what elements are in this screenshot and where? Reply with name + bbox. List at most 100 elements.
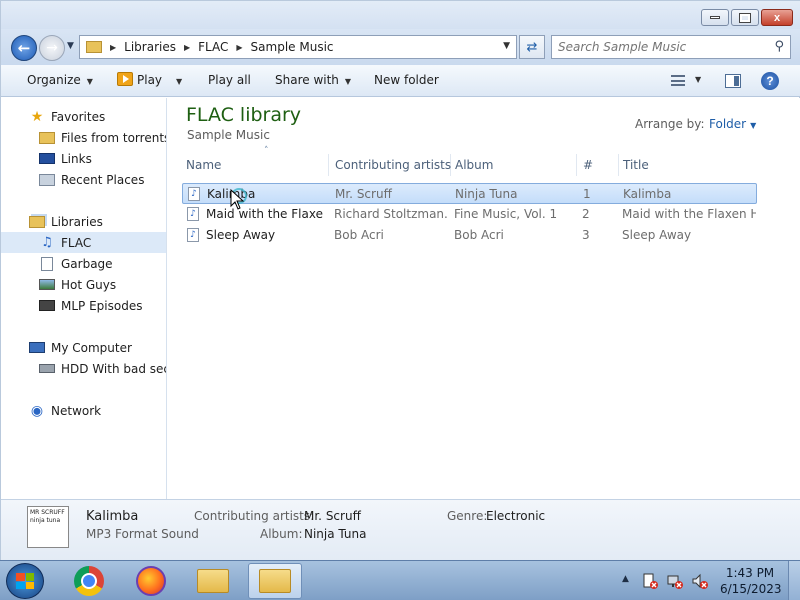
column-header-title[interactable]: Title: [619, 154, 761, 176]
details-pane: MR SCRUFF ninja tuna Kalimba MP3 Format …: [1, 499, 800, 561]
column-label: #: [583, 158, 594, 172]
cell-name: Sleep Away: [206, 228, 276, 242]
music-note-icon: ♫: [41, 235, 53, 250]
details-artists-value[interactable]: Mr. Scruff: [304, 509, 361, 523]
links-icon: [39, 153, 55, 164]
details-album-value[interactable]: Ninja Tuna: [304, 527, 367, 541]
show-desktop-button[interactable]: [788, 561, 800, 600]
search-icon[interactable]: ⚲: [774, 39, 784, 54]
hard-drive-icon: [39, 364, 55, 373]
start-button[interactable]: [6, 563, 44, 599]
chrome-icon: [74, 566, 104, 596]
mouse-cursor-icon: [230, 188, 247, 210]
music-file-icon: ♪: [187, 207, 199, 221]
arrange-by-dropdown[interactable]: Folder ▼: [709, 117, 756, 131]
chevron-right-icon[interactable]: ▶: [184, 43, 190, 52]
nav-label: FLAC: [61, 235, 92, 250]
breadcrumb-libraries[interactable]: Libraries: [124, 40, 176, 54]
nav-hdd[interactable]: HDD With bad secto: [1, 358, 166, 379]
column-header-album[interactable]: Album: [451, 154, 577, 176]
recent-pages-dropdown[interactable]: ▼: [67, 41, 74, 51]
close-button[interactable]: x: [761, 9, 793, 26]
column-header-name[interactable]: Name: [182, 154, 329, 176]
cell-number: 2: [582, 207, 590, 221]
column-header-track-number[interactable]: #: [579, 154, 619, 176]
firefox-icon: [136, 566, 166, 596]
taskbar-firefox[interactable]: [124, 563, 178, 599]
forward-button[interactable]: →: [39, 35, 65, 61]
preview-pane-icon[interactable]: [725, 74, 741, 88]
libraries-icon: [29, 215, 45, 228]
system-clock[interactable]: 1:43 PM 6/15/2023: [720, 565, 782, 597]
title-bar[interactable]: x: [1, 1, 800, 29]
taskbar-chrome[interactable]: [62, 563, 116, 599]
column-header-artists[interactable]: Contributing artists: [331, 154, 451, 176]
change-view-icon[interactable]: [671, 75, 685, 86]
search-input[interactable]: [552, 36, 762, 58]
new-folder-button[interactable]: New folder: [374, 73, 439, 87]
table-row[interactable]: ♪ Kalimba Mr. Scruff Ninja Tuna 1 Kalimb…: [182, 183, 757, 204]
nav-links[interactable]: Links: [1, 148, 166, 169]
address-bar[interactable]: ▶ Libraries ▶ FLAC ▶ Sample Music ▼: [79, 35, 517, 59]
file-list-pane: FLAC library Sample Music Arrange by: Fo…: [168, 98, 800, 499]
cell-number: 3: [582, 228, 590, 242]
maximize-button[interactable]: [731, 9, 759, 26]
nav-recent-places[interactable]: Recent Places: [1, 169, 166, 190]
chevron-right-icon[interactable]: ▶: [110, 43, 116, 52]
show-hidden-icons[interactable]: ▲: [622, 574, 629, 584]
explorer-window: x ← → ▼ ▶ Libraries ▶ FLAC ▶ Sample Musi…: [0, 0, 800, 561]
action-center-icon[interactable]: [642, 573, 658, 589]
table-row[interactable]: ♪ Sleep Away Bob Acri Bob Acri 3 Sleep A…: [182, 225, 757, 246]
back-button[interactable]: ←: [11, 35, 37, 61]
address-dropdown-icon[interactable]: ▼: [503, 41, 510, 51]
share-with-button[interactable]: Share with ▼: [275, 73, 351, 87]
minimize-button[interactable]: [701, 9, 729, 26]
nav-files-from-torrents[interactable]: Files from torrents: [1, 127, 166, 148]
nav-libraries[interactable]: Libraries: [1, 211, 166, 232]
details-genre-value[interactable]: Electronic: [486, 509, 545, 523]
computer-icon: [29, 342, 45, 353]
album-art-thumbnail: MR SCRUFF ninja tuna: [27, 506, 69, 548]
minimize-icon: [710, 16, 720, 19]
library-title: FLAC library: [186, 104, 302, 126]
folder-icon: [39, 131, 55, 144]
nav-label: Garbage: [61, 256, 113, 271]
chevron-down-icon: ▼: [86, 77, 93, 86]
clock-date: 6/15/2023: [720, 582, 782, 596]
organize-button[interactable]: Organize ▼: [27, 73, 93, 87]
search-box[interactable]: ⚲: [551, 35, 791, 59]
chevron-down-icon[interactable]: ▼: [176, 77, 182, 86]
nav-label: Favorites: [51, 109, 106, 124]
refresh-button[interactable]: ⇄: [519, 35, 545, 59]
network-status-icon[interactable]: [667, 573, 683, 589]
column-headers: ˄ Name Contributing artists Album # Titl…: [182, 146, 762, 176]
taskbar-explorer[interactable]: [186, 563, 240, 599]
nav-garbage[interactable]: Garbage: [1, 253, 166, 274]
volume-muted-icon[interactable]: [692, 573, 708, 589]
play-all-label: Play all: [208, 73, 251, 87]
nav-network[interactable]: ◉ Network: [1, 400, 166, 421]
navigation-bar: ← → ▼ ▶ Libraries ▶ FLAC ▶ Sample Music …: [1, 29, 800, 65]
breadcrumb-flac[interactable]: FLAC: [198, 40, 228, 54]
nav-mlp-episodes[interactable]: MLP Episodes: [1, 295, 166, 316]
chevron-down-icon: ▼: [750, 121, 757, 130]
window-controls: x: [701, 9, 793, 26]
breadcrumb-sample-music[interactable]: Sample Music: [251, 40, 334, 54]
nav-favorites[interactable]: ★ Favorites: [1, 106, 166, 127]
nav-flac[interactable]: ♫ FLAC: [1, 232, 166, 253]
explorer-icon: [259, 569, 291, 593]
nav-label: MLP Episodes: [61, 298, 143, 313]
play-all-button[interactable]: Play all: [208, 73, 251, 87]
help-icon[interactable]: ?: [761, 72, 779, 90]
play-button[interactable]: Play ▼: [117, 72, 182, 87]
nav-label: Network: [51, 403, 102, 418]
nav-my-computer[interactable]: My Computer: [1, 337, 166, 358]
close-icon: x: [773, 11, 781, 24]
chevron-right-icon[interactable]: ▶: [236, 43, 242, 52]
taskbar-explorer-active[interactable]: [248, 563, 302, 599]
cell-number: 1: [583, 187, 591, 201]
refresh-icon: ⇄: [526, 39, 538, 55]
view-options-dropdown[interactable]: ▼: [695, 75, 701, 84]
nav-hot-guys[interactable]: Hot Guys: [1, 274, 166, 295]
table-row[interactable]: ♪ Maid with the Flaxe... Richard Stoltzm…: [182, 204, 757, 225]
